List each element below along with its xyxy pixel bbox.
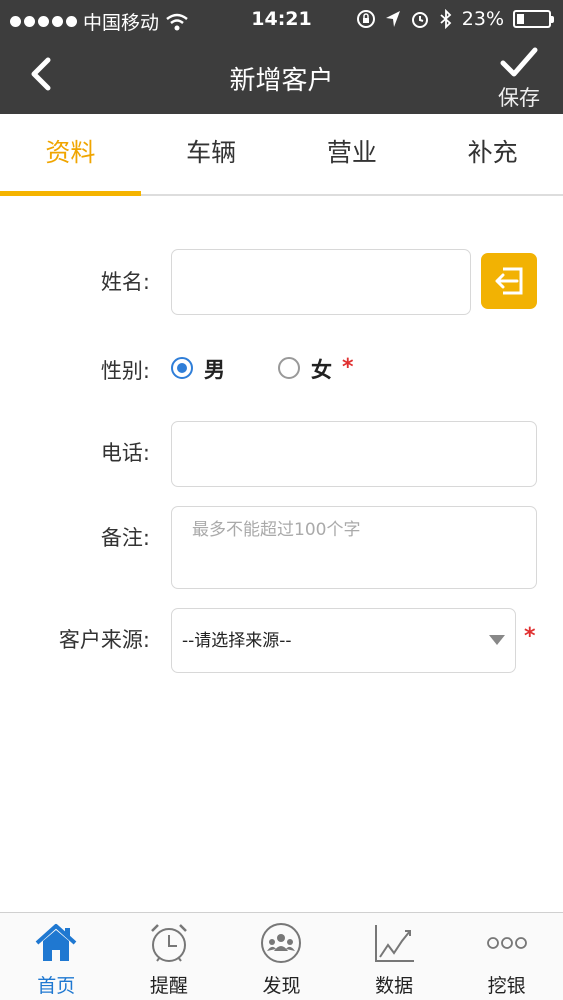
more-dots-icon [486, 937, 527, 949]
gender-male-radio[interactable] [171, 357, 193, 379]
bottom-tab-discover[interactable]: 发现 [225, 913, 338, 1000]
tab-vehicle[interactable]: 车辆 [141, 114, 282, 194]
source-label: 客户来源: [58, 628, 150, 652]
note-textarea[interactable]: 最多不能超过100个字 [171, 506, 537, 589]
source-select[interactable]: --请选择来源-- [171, 608, 516, 673]
gender-female-radio[interactable] [278, 357, 300, 379]
save-button[interactable]: 保存 [489, 44, 549, 110]
status-bar: 中国移动 14:21 23% [0, 0, 563, 38]
alarm-icon [411, 12, 428, 28]
gender-label: 性别: [100, 359, 150, 383]
tab-supplement[interactable]: 补充 [422, 114, 563, 194]
bottom-tab-reminder-label: 提醒 [149, 975, 188, 997]
gender-male-label: 男 [204, 358, 225, 382]
save-label: 保存 [498, 86, 540, 110]
nav-bar: 新增客户 保存 [0, 38, 563, 114]
alarm-clock-icon [151, 924, 187, 962]
required-mark: * [342, 355, 354, 380]
note-label: 备注: [100, 526, 150, 550]
bottom-tab-discover-label: 发现 [262, 975, 301, 997]
phone-input[interactable] [171, 421, 537, 487]
phone-label: 电话: [100, 441, 150, 465]
source-required-mark: * [524, 624, 536, 649]
note-placeholder: 最多不能超过100个字 [192, 520, 361, 540]
bottom-tab-reminder[interactable]: 提醒 [113, 913, 226, 1000]
rotation-lock-icon [356, 10, 375, 28]
section-tabs: 资料 车辆 营业 补充 [0, 114, 563, 196]
tab-profile[interactable]: 资料 [0, 114, 141, 196]
home-icon [35, 924, 77, 961]
bluetooth-icon [440, 9, 452, 29]
page-title: 新增客户 [229, 66, 334, 96]
status-indicators: 23% [356, 8, 554, 30]
tab-business[interactable]: 营业 [282, 114, 423, 194]
bottom-tab-data-label: 数据 [375, 975, 414, 997]
battery-icon [513, 10, 554, 28]
battery-percent: 23% [461, 8, 504, 30]
source-select-value: --请选择来源-- [182, 631, 292, 651]
dropdown-arrow-icon [489, 635, 505, 645]
bottom-tab-home[interactable]: 首页 [0, 913, 113, 1000]
name-input[interactable] [171, 249, 471, 315]
group-icon [261, 923, 302, 963]
bottom-tab-more[interactable]: 挖银 [450, 913, 563, 1000]
checkmark-icon [500, 47, 538, 77]
bottom-tab-more-label: 挖银 [487, 975, 526, 997]
name-label: 姓名: [100, 270, 150, 294]
location-arrow-icon [385, 11, 400, 27]
bottom-tab-data[interactable]: 数据 [338, 913, 451, 1000]
bottom-tab-home-label: 首页 [37, 975, 76, 997]
gender-female-label: 女 [311, 358, 332, 382]
trend-chart-icon [375, 925, 415, 962]
import-icon [495, 267, 523, 295]
bottom-tab-bar: 首页 提醒 发现 数据 挖银 [0, 912, 563, 1000]
import-contact-button[interactable] [481, 253, 537, 309]
